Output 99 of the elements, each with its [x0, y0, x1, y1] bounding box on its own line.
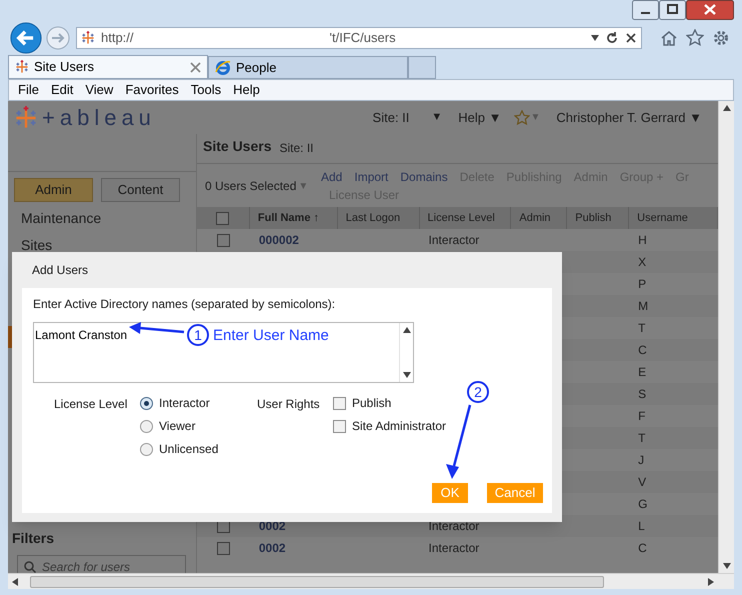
- table-cell-text: T: [638, 320, 646, 337]
- table-cell-text: L: [638, 518, 645, 535]
- settings-icon[interactable]: [712, 28, 730, 46]
- textarea-value: Lamont Cranston: [35, 328, 128, 342]
- address-bar[interactable]: http:// 't/IFC/users: [76, 26, 642, 48]
- stop-icon[interactable]: [625, 32, 637, 44]
- user-link[interactable]: 0002: [258, 539, 286, 557]
- table-cell-text: Interactor: [428, 518, 480, 535]
- radio-label[interactable]: Unlicensed: [159, 440, 218, 458]
- table-cell-text: S: [638, 386, 646, 403]
- scroll-left-icon[interactable]: [12, 578, 18, 586]
- radio-button[interactable]: [140, 420, 153, 432]
- user-menu[interactable]: Christopher T. Gerrard ▼: [556, 108, 702, 128]
- table-cell-text: C: [638, 342, 647, 359]
- browser-tab[interactable]: Site Users: [8, 55, 208, 79]
- table-cell-text: E: [638, 364, 646, 381]
- row-checkbox[interactable]: [216, 234, 230, 246]
- table-cell-text: T: [638, 430, 646, 447]
- select-all-checkbox[interactable]: [216, 212, 230, 224]
- tableau-logo-icon: [14, 106, 38, 130]
- home-icon[interactable]: [660, 28, 678, 46]
- table-cell-text: M: [638, 298, 648, 315]
- table-cell-text: C: [638, 540, 647, 557]
- table-cell-text: Interactor: [428, 232, 480, 249]
- table-cell-text: F: [638, 408, 646, 425]
- menu-item[interactable]: Help: [233, 80, 260, 100]
- table-cell-text: G: [638, 496, 648, 513]
- prompt-label: Enter Active Directory names (separated by semicolons):: [33, 296, 336, 313]
- dialog-title: Add Users: [31, 262, 90, 279]
- menu-item[interactable]: Edit: [50, 80, 74, 100]
- selection-count[interactable]: 0 Users Selected: [205, 177, 296, 195]
- search-field[interactable]: Search for users: [17, 555, 186, 573]
- scroll-right-icon[interactable]: [708, 578, 714, 586]
- callout-text: Enter User Name: [213, 326, 329, 346]
- browser-tab[interactable]: People: [208, 56, 408, 79]
- selection-marker: [8, 326, 12, 348]
- browser-logo-icon: [215, 60, 231, 76]
- toolbar-action[interactable]: Domains: [400, 168, 448, 186]
- radio-button[interactable]: [140, 442, 153, 456]
- callout-arrow: [128, 322, 186, 336]
- site-menu[interactable]: Site: II: [372, 108, 410, 128]
- maximize-icon[interactable]: [659, 0, 686, 20]
- table-cell-text: V: [638, 474, 646, 491]
- tableau-logo-icon: [15, 60, 29, 74]
- scroll-up-icon[interactable]: [722, 105, 730, 111]
- scroll-thumb[interactable]: [30, 576, 604, 588]
- scroll-down-icon[interactable]: [722, 563, 730, 569]
- favorites-star-icon[interactable]: [686, 28, 704, 46]
- sidebar-item[interactable]: Sites: [21, 235, 183, 256]
- row-checkbox[interactable]: [216, 542, 230, 554]
- ok-button[interactable]: OK: [432, 483, 468, 503]
- table-cell-text: Interactor: [428, 540, 480, 557]
- menu-item[interactable]: Tools: [190, 80, 222, 100]
- radio-label[interactable]: Interactor: [159, 394, 210, 412]
- sidebar-item[interactable]: Maintenance: [21, 208, 183, 229]
- close-tab-icon[interactable]: [190, 62, 201, 72]
- address-text: 't/IFC/users: [330, 28, 396, 47]
- close-icon[interactable]: [686, 0, 734, 20]
- toolbar-action[interactable]: Import: [354, 168, 388, 186]
- vertical-scrollbar[interactable]: [718, 101, 734, 573]
- back-icon[interactable]: [10, 22, 42, 54]
- tab-label: People: [236, 58, 278, 77]
- logo-wordmark: +ableau: [42, 104, 156, 132]
- menu-item[interactable]: View: [85, 80, 114, 100]
- search-icon: [24, 561, 36, 573]
- user-rights-label: User Rights: [257, 396, 321, 411]
- menu-item[interactable]: Favorites: [125, 80, 179, 100]
- cancel-button[interactable]: Cancel: [487, 483, 543, 503]
- table-cell-text: J: [638, 452, 644, 469]
- checkbox[interactable]: [333, 420, 346, 432]
- radio-label[interactable]: Viewer: [159, 417, 196, 435]
- license-level-label: License Level: [54, 396, 128, 411]
- checkbox-label[interactable]: Site Administrator: [352, 417, 446, 435]
- toolbar-action[interactable]: Add: [321, 168, 342, 186]
- checkbox[interactable]: [333, 396, 346, 410]
- star-icon[interactable]: [514, 110, 530, 126]
- table-cell-text: P: [638, 276, 646, 293]
- page-title: Site Users: [203, 137, 272, 156]
- caret-icon[interactable]: ▼: [431, 109, 442, 126]
- user-link[interactable]: 000002: [258, 231, 299, 249]
- address-text: http://: [101, 28, 134, 47]
- refresh-icon[interactable]: [605, 30, 619, 44]
- dropdown-caret-icon[interactable]: [591, 34, 599, 40]
- table-cell-text: X: [638, 254, 646, 271]
- filters-heading: Filters: [11, 529, 56, 548]
- radio-button[interactable]: [140, 396, 153, 410]
- scroll-down-icon[interactable]: [402, 372, 410, 378]
- scroll-up-icon[interactable]: [402, 327, 410, 333]
- nav-button[interactable]: Content: [101, 178, 180, 202]
- menu-item[interactable]: File: [18, 80, 39, 100]
- site-label: Site: II: [279, 140, 314, 157]
- table-cell-text: H: [638, 232, 647, 249]
- tableau-logo-icon: [81, 30, 95, 44]
- nav-button[interactable]: Admin: [14, 178, 93, 202]
- minimize-icon[interactable]: [632, 0, 659, 20]
- checkbox-label[interactable]: Publish: [352, 394, 392, 412]
- horizontal-scrollbar[interactable]: [8, 573, 734, 589]
- help-menu[interactable]: Help ▼: [458, 108, 502, 128]
- tab-label: Site Users: [34, 58, 95, 76]
